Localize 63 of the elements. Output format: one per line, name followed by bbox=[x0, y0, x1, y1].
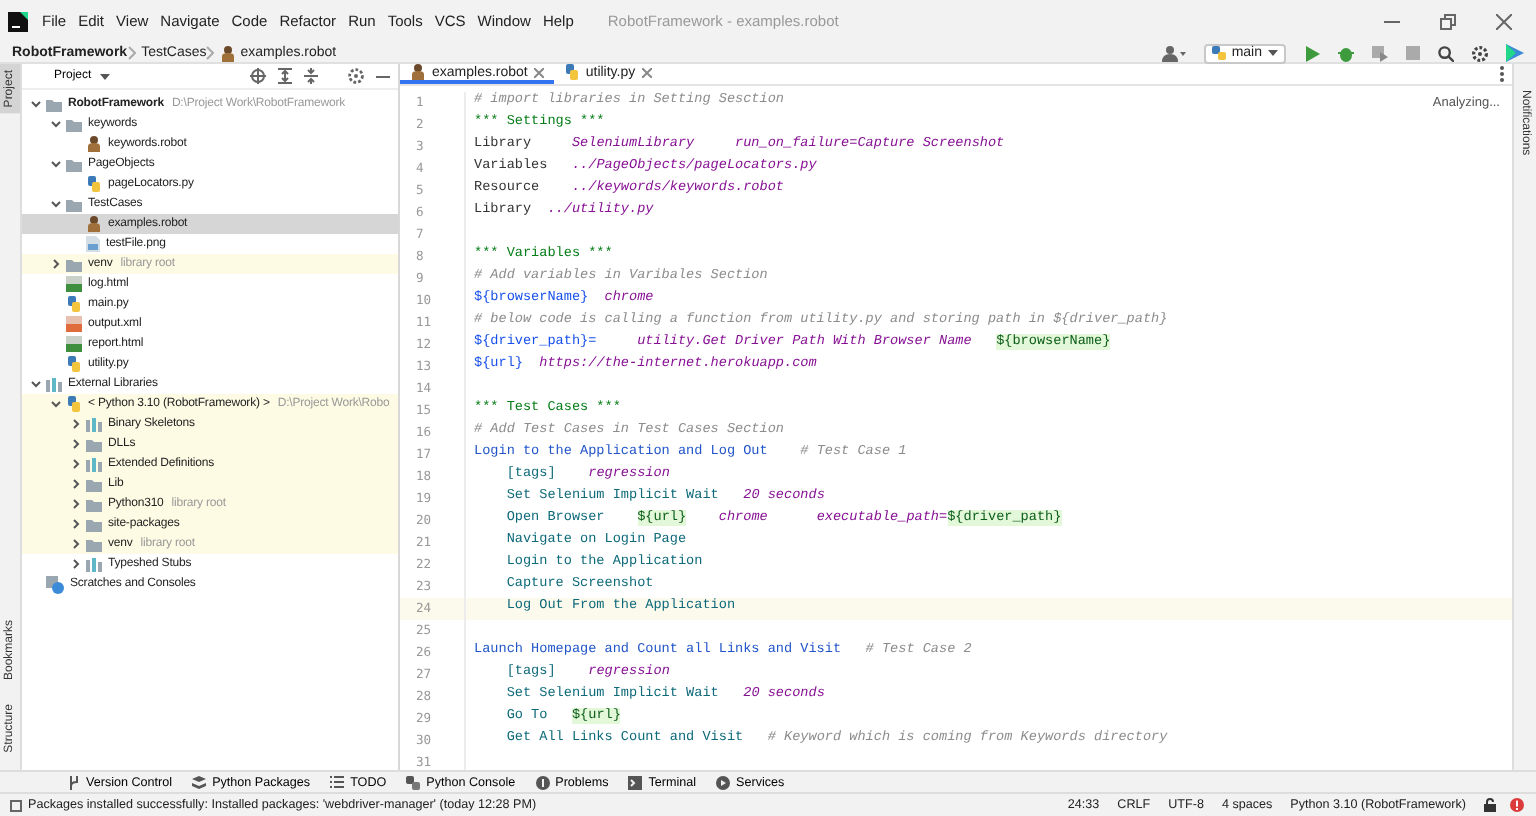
chevron-right-icon[interactable] bbox=[70, 458, 82, 470]
expand-all-icon[interactable] bbox=[278, 68, 292, 84]
restore-icon[interactable] bbox=[1440, 13, 1456, 29]
chevron-down-icon[interactable] bbox=[50, 198, 62, 210]
coverage-icon[interactable] bbox=[1372, 45, 1388, 61]
python-file-icon bbox=[66, 296, 82, 312]
caret-icon bbox=[1268, 50, 1278, 56]
info-icon bbox=[535, 775, 550, 789]
user-icon[interactable] bbox=[1161, 45, 1186, 61]
branch-icon bbox=[68, 775, 80, 789]
settings-icon[interactable] bbox=[348, 68, 364, 84]
collapse-all-icon[interactable] bbox=[304, 68, 318, 84]
chevron-right-icon[interactable] bbox=[70, 478, 82, 490]
chevron-right-icon[interactable] bbox=[70, 538, 82, 550]
image-file-icon bbox=[86, 236, 100, 252]
chevron-right-icon bbox=[206, 46, 215, 60]
chevron-right-icon[interactable] bbox=[70, 558, 82, 570]
xml-file-icon bbox=[66, 316, 82, 332]
terminal-icon bbox=[628, 775, 643, 789]
settings-icon[interactable] bbox=[1472, 45, 1488, 61]
chevron-right-icon bbox=[127, 46, 136, 60]
chevron-down-icon[interactable] bbox=[30, 378, 42, 390]
caret-icon bbox=[99, 73, 110, 79]
python-icon bbox=[406, 775, 421, 789]
library-icon bbox=[86, 457, 102, 471]
chevron-right-icon[interactable] bbox=[70, 518, 82, 530]
scratches-icon bbox=[46, 575, 64, 593]
list-icon bbox=[330, 776, 345, 788]
chevron-right-icon[interactable] bbox=[50, 258, 62, 270]
chevron-right-icon[interactable] bbox=[70, 498, 82, 510]
bug-icon[interactable] bbox=[1338, 45, 1354, 61]
library-icon bbox=[46, 377, 62, 391]
library-icon bbox=[86, 417, 102, 431]
robot-icon bbox=[86, 216, 102, 232]
panel-toggle-icon[interactable] bbox=[10, 799, 22, 811]
library-icon bbox=[86, 557, 102, 571]
close-icon[interactable] bbox=[641, 67, 652, 77]
error-icon[interactable] bbox=[1510, 798, 1524, 812]
chevron-down-icon[interactable] bbox=[30, 98, 42, 110]
play-circle-icon bbox=[716, 775, 731, 789]
python-icon bbox=[66, 396, 82, 412]
chevron-right-icon[interactable] bbox=[70, 438, 82, 450]
layers-icon bbox=[192, 775, 207, 789]
robot-icon bbox=[220, 45, 237, 61]
search-icon[interactable] bbox=[1438, 45, 1454, 61]
chevron-down-icon[interactable] bbox=[50, 398, 62, 410]
python-file-icon bbox=[86, 176, 102, 192]
robot-icon bbox=[86, 136, 102, 152]
close-icon[interactable] bbox=[1496, 13, 1512, 29]
close-icon[interactable] bbox=[533, 67, 544, 77]
html-file-icon bbox=[66, 276, 82, 292]
app-logo-icon[interactable] bbox=[1506, 44, 1524, 62]
lock-icon[interactable] bbox=[1484, 798, 1496, 812]
python-file-icon bbox=[66, 356, 82, 372]
chevron-right-icon[interactable] bbox=[70, 418, 82, 430]
python-icon bbox=[1211, 46, 1226, 60]
app-logo-icon bbox=[8, 11, 28, 31]
chevron-down-icon[interactable] bbox=[50, 118, 62, 130]
chevron-down-icon[interactable] bbox=[50, 158, 62, 170]
html-file-icon bbox=[66, 336, 82, 352]
python-file-icon bbox=[563, 64, 580, 80]
target-icon[interactable] bbox=[250, 68, 266, 84]
robot-icon bbox=[410, 64, 426, 80]
